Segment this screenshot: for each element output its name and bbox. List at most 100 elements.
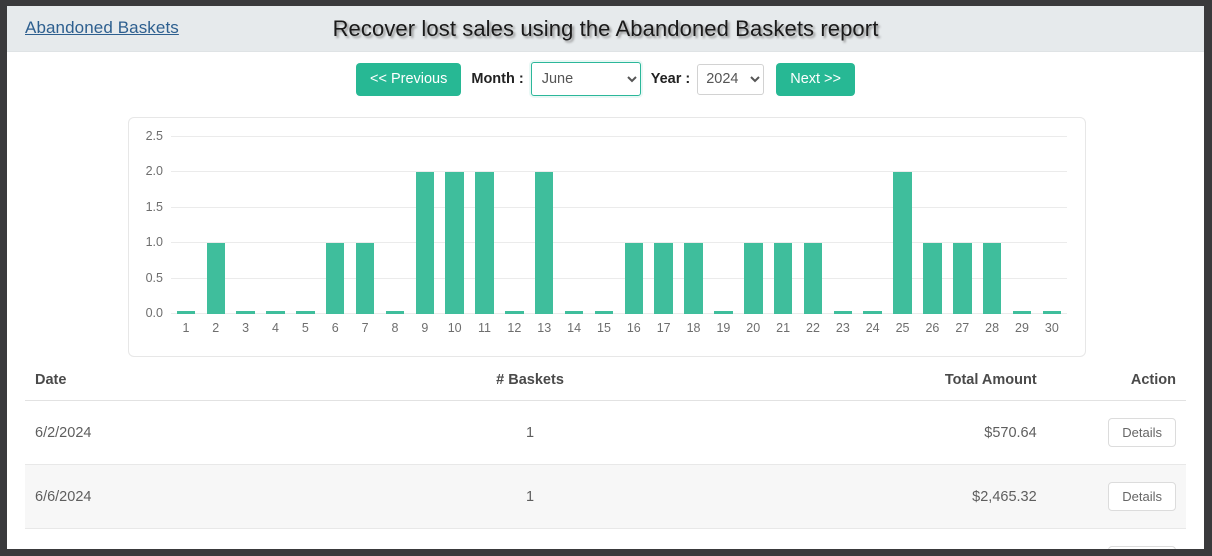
y-axis-tick-label: 2.0 [145, 164, 163, 179]
chart-bar-slot: 26 [917, 137, 947, 335]
x-axis-tick-label: 15 [597, 321, 611, 335]
chart-bar [863, 311, 882, 314]
x-axis-tick-label: 28 [985, 321, 1000, 335]
cell-date: 6/7/2024 [25, 528, 374, 549]
chart-bar-slot: 10 [440, 137, 470, 335]
abandoned-baskets-table-container: Date # Baskets Total Amount Action 6/2/2… [7, 362, 1204, 549]
page-title: Recover lost sales using the Abandoned B… [332, 16, 879, 41]
chart-bar [714, 311, 733, 314]
chart-bar-slot: 14 [559, 137, 589, 335]
chart-bar-slot: 25 [888, 137, 918, 335]
x-axis-tick-label: 6 [331, 321, 339, 335]
chart-bar [803, 243, 823, 314]
chart-bar [833, 311, 853, 314]
chart-bar [684, 243, 703, 314]
next-month-button[interactable]: Next >> [776, 62, 855, 96]
report-controls-bar: << Previous Month : JanuaryFebruaryMarch… [7, 52, 1204, 108]
column-header-date: Date [25, 362, 374, 401]
cell-total-amount: $211.37 [686, 528, 1047, 549]
chart-bar [385, 311, 405, 314]
chart-bar [982, 243, 1002, 314]
x-axis-tick-label: 26 [925, 321, 940, 335]
chart-bar-slot: 27 [947, 137, 977, 335]
chart-bar [654, 243, 673, 314]
details-button[interactable]: Details [1108, 418, 1176, 447]
chart-bar [893, 172, 912, 314]
details-button[interactable]: Details [1108, 546, 1176, 549]
x-axis-tick-label: 3 [242, 321, 250, 335]
chart-bar-slot: 7 [350, 137, 380, 335]
table-header-row: Date # Baskets Total Amount Action [25, 362, 1186, 401]
table-row: 6/6/2024 1 $2,465.32 Details [25, 464, 1186, 529]
cell-date: 6/2/2024 [25, 400, 374, 465]
cell-total-amount: $570.64 [686, 400, 1047, 465]
chart-bar [415, 172, 435, 314]
chart-bar [594, 311, 614, 314]
chart-bar [773, 243, 793, 314]
chart-bar-slot: 21 [768, 137, 798, 335]
column-header-action: Action [1046, 362, 1186, 401]
chart-bars: 1 2 3 4 5 6 7 8 9 10 11 12 13 14 15 16 17 18 19 20 21 22 23 24 2… [171, 137, 1067, 335]
x-axis-tick-label: 18 [686, 321, 701, 335]
chart-bar-slot: 16 [619, 137, 649, 335]
chart-bar-slot: 8 [380, 137, 410, 335]
table-body: 6/2/2024 1 $570.64 Details 6/6/2024 1 $2,465.3… [25, 400, 1186, 549]
chart-bar-slot: 20 [738, 137, 768, 335]
month-select[interactable]: JanuaryFebruaryMarchAprilMayJuneJulyAugu… [530, 62, 641, 96]
chart-bar [624, 243, 644, 314]
details-button[interactable]: Details [1108, 482, 1176, 511]
x-axis-tick-label: 7 [361, 321, 369, 335]
cell-action: Details [1046, 528, 1186, 549]
chart-bar [534, 172, 554, 314]
y-axis-tick-label: 0.5 [145, 270, 163, 285]
x-axis-tick-label: 14 [567, 321, 582, 335]
previous-month-button[interactable]: << Previous [355, 62, 462, 96]
chart-bar-slot: 17 [649, 137, 679, 335]
chart-bar-slot: 18 [679, 137, 709, 335]
abandoned-baskets-chart: 0.0 0.5 1.0 1.5 2.0 2.5 1 2 3 4 5 6 7 8 9 10 11 12 13 14 15… [128, 117, 1086, 357]
cell-date: 6/6/2024 [25, 464, 374, 529]
table-head: Date # Baskets Total Amount Action [25, 362, 1186, 401]
x-axis-tick-label: 10 [447, 321, 462, 335]
chart-bar [744, 243, 763, 314]
chart-bar [296, 311, 315, 314]
chart-bar-slot: 29 [1007, 137, 1037, 335]
chart-bar [953, 243, 972, 314]
cell-baskets: 1 [373, 528, 687, 549]
chart-plot-area: 0.0 0.5 1.0 1.5 2.0 2.5 1 2 3 4 5 6 7 8 9 10 11 12 13 14 15… [146, 129, 1067, 335]
chart-bar [266, 311, 285, 314]
year-select[interactable]: 2022202320242025 [697, 63, 765, 95]
chart-bar-slot: 9 [410, 137, 440, 335]
chart-bar [206, 243, 226, 314]
x-axis-tick-label: 23 [835, 321, 850, 335]
chart-bar-slot: 3 [231, 137, 261, 335]
page-header: Abandoned Baskets Recover lost sales usi… [7, 6, 1204, 52]
chart-bar-slot: 6 [320, 137, 350, 335]
abandoned-baskets-table: Date # Baskets Total Amount Action 6/2/2… [25, 362, 1186, 549]
x-axis-tick-label: 17 [656, 321, 671, 335]
chart-bar-slot: 22 [798, 137, 828, 335]
x-axis-tick-label: 25 [895, 321, 910, 335]
chart-bar-slot: 5 [290, 137, 320, 335]
cell-baskets: 1 [373, 400, 687, 465]
table-row: 6/2/2024 1 $570.64 Details [25, 400, 1186, 465]
chart-bar-slot: 23 [828, 137, 858, 335]
chart-bar [355, 243, 375, 314]
chart-bar [176, 311, 196, 314]
month-label: Month : [471, 71, 524, 87]
chart-bar [475, 172, 494, 314]
chart-bar-slot: 30 [1037, 137, 1067, 335]
x-axis-tick-label: 4 [272, 321, 279, 335]
column-header-baskets: # Baskets [373, 362, 687, 401]
chart-bar [564, 311, 584, 314]
x-axis-tick-label: 16 [626, 321, 641, 335]
chart-bar [505, 311, 524, 314]
table-row: 6/7/20241$211.37 Details [25, 528, 1186, 549]
x-axis-tick-label: 21 [776, 321, 791, 335]
chart-bar [325, 243, 345, 314]
x-axis-tick-label: 11 [478, 321, 492, 335]
x-axis-tick-label: 29 [1015, 321, 1029, 335]
x-axis-tick-label: 2 [212, 321, 220, 335]
chart-bar-slot: 19 [708, 137, 738, 335]
browser-window: Abandoned Baskets Recover lost sales usi… [0, 0, 1212, 556]
